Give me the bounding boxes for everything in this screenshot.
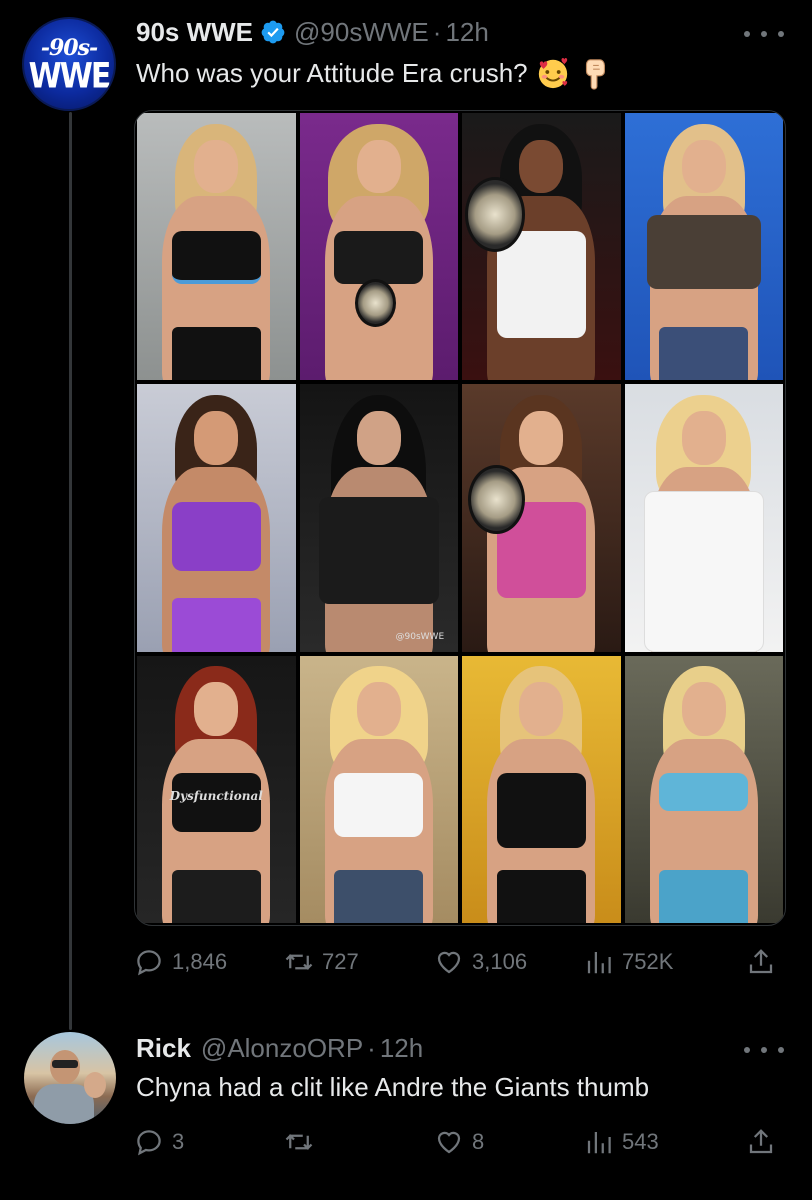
share-button[interactable] — [746, 1127, 776, 1157]
like-icon — [437, 951, 461, 974]
reply-button[interactable]: 3 — [134, 1127, 184, 1157]
media-photo-cell — [299, 655, 458, 923]
reply-count: 3 — [172, 1129, 185, 1154]
retweet-count: 727 — [322, 949, 359, 974]
like-button[interactable]: 3,106 — [434, 947, 527, 977]
media-photo-cell — [624, 655, 783, 923]
more-icon[interactable] — [744, 22, 784, 46]
like-button[interactable]: 8 — [434, 1127, 484, 1157]
reply-header: Rick @AlonzoORP · 12h — [136, 1030, 792, 1066]
reply-text: Chyna had a clit like Andre the Giants t… — [136, 1072, 650, 1102]
reply-author-avatar[interactable] — [24, 1032, 116, 1124]
tweet-header: 90s WWE @90sWWE · 12h — [136, 14, 792, 50]
author-name[interactable]: 90s WWE — [136, 17, 253, 48]
tweet-actions-bar: 1,846 727 3,106 752K — [134, 942, 784, 982]
retweet-icon — [285, 1134, 313, 1150]
reply-timestamp[interactable]: 12h — [380, 1033, 423, 1064]
share-icon — [749, 949, 773, 974]
reply-author-handle[interactable]: @AlonzoORP — [201, 1033, 363, 1064]
reply-actions-bar: 3 8 543 — [134, 1122, 784, 1162]
reply-author-name[interactable]: Rick — [136, 1033, 191, 1064]
tweet-text: Who was your Attitude Era crush? — [136, 56, 612, 90]
like-icon — [437, 1131, 461, 1154]
thread-connector-line — [69, 112, 72, 1030]
verified-badge-icon — [261, 20, 285, 44]
retweet-button[interactable] — [284, 1127, 322, 1157]
reply-button[interactable]: 1,846 — [134, 947, 227, 977]
media-photo-cell: @90sWWE — [299, 384, 458, 652]
reply-icon — [137, 950, 161, 976]
author-avatar[interactable]: -90s- WWE — [22, 17, 116, 111]
timestamp[interactable]: 12h — [445, 17, 488, 48]
media-watermark: @90sWWE — [395, 631, 445, 642]
retweet-button[interactable]: 727 — [284, 947, 359, 977]
views-button[interactable]: 543 — [584, 1127, 659, 1157]
media-photo-cell — [137, 384, 296, 652]
media-photo-cell — [137, 113, 296, 381]
views-count: 543 — [622, 1129, 659, 1154]
views-count: 752K — [622, 949, 674, 974]
media-photo-cell: Dysfunctional — [137, 655, 296, 923]
separator-dot: · — [367, 1032, 376, 1063]
smiling-face-with-hearts-icon — [538, 58, 567, 89]
retweet-icon — [285, 954, 313, 970]
tweet-media-image[interactable]: @90sWWE Dysfunctional — [134, 110, 786, 926]
separator-dot: · — [432, 16, 442, 47]
author-handle[interactable]: @90sWWE — [294, 17, 429, 48]
media-photo-cell — [624, 113, 783, 381]
reply-icon — [137, 1130, 161, 1156]
media-photo-cell — [462, 384, 621, 652]
media-shirt-text: Dysfunctional — [169, 789, 263, 804]
like-count: 3,106 — [472, 949, 528, 974]
views-icon — [587, 1132, 611, 1154]
media-photo-cell — [462, 655, 621, 923]
share-button[interactable] — [746, 947, 776, 977]
more-icon[interactable] — [744, 1038, 784, 1062]
media-photo-cell — [624, 384, 783, 652]
backhand-index-pointing-down-icon — [585, 59, 605, 90]
views-icon — [587, 952, 611, 974]
like-count: 8 — [472, 1129, 485, 1154]
reply-count: 1,846 — [172, 949, 228, 974]
share-icon — [749, 1129, 773, 1154]
views-button[interactable]: 752K — [584, 947, 673, 977]
media-photo-cell — [299, 113, 458, 381]
media-photo-cell — [462, 113, 621, 381]
